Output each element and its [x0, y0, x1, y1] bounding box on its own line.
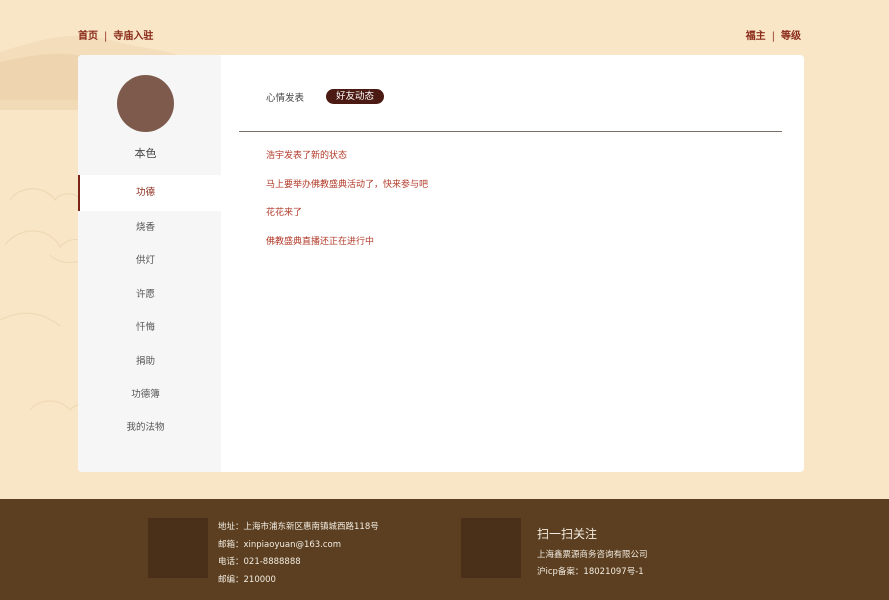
feed-item[interactable]: 马上要举办佛教盛典活动了，快来参与吧: [266, 177, 428, 206]
sidebar-item-donation[interactable]: 捐助: [78, 345, 213, 378]
sidebar-menu: 功德 烧香 供灯 许愿 忏悔 捐助 功德簿 我的法物: [78, 175, 221, 445]
sidebar-item-wish[interactable]: 许愿: [78, 278, 213, 311]
sidebar-item-merit-book[interactable]: 功德簿: [78, 378, 213, 411]
sidebar-item-incense[interactable]: 烧香: [78, 211, 213, 244]
main-card: 本色 功德 烧香 供灯 许愿 忏悔 捐助 功德簿 我的法物 心情发表 好友动态 …: [78, 55, 804, 472]
top-nav-left: 首页 | 寺庙入驻: [78, 27, 153, 42]
nav-temple-join-link[interactable]: 寺庙入驻: [113, 31, 153, 42]
content-panel: 心情发表 好友动态 浩宇发表了新的状态 马上要举办佛教盛典活动了，快来参与吧 花…: [221, 55, 804, 472]
qr-code-image: [148, 518, 208, 578]
footer-email: 邮箱：xinpiaoyuan@163.com: [218, 539, 342, 550]
nav-separator: |: [104, 31, 108, 42]
qr-code-image: [461, 518, 521, 578]
footer: 地址：上海市浦东新区惠南镇城西路118号 邮箱：xinpiaoyuan@163.…: [0, 499, 889, 600]
content-divider: [239, 131, 782, 132]
activity-feed: 浩宇发表了新的状态 马上要举办佛教盛典活动了，快来参与吧 花花来了 佛教盛典直播…: [266, 148, 428, 263]
sidebar-item-merit[interactable]: 功德: [78, 175, 221, 211]
tab-friend-activity[interactable]: 好友动态: [326, 89, 385, 104]
tab-bar: 心情发表 好友动态: [266, 89, 385, 104]
feed-item[interactable]: 花花来了: [266, 205, 428, 234]
sidebar-item-lamp[interactable]: 供灯: [78, 244, 213, 277]
nav-home-link[interactable]: 首页: [78, 31, 98, 42]
footer-icp: 沪icp备案：18021097号-1: [537, 567, 644, 577]
sidebar-item-repentance[interactable]: 忏悔: [78, 311, 213, 344]
follow-block: 扫一扫关注 上海鑫票源商务咨询有限公司 沪icp备案：18021097号-1: [537, 525, 648, 581]
follow-title: 扫一扫关注: [537, 527, 598, 541]
footer-company: 上海鑫票源商务咨询有限公司: [537, 550, 648, 560]
contact-info: 地址：上海市浦东新区惠南镇城西路118号 邮箱：xinpiaoyuan@163.…: [218, 519, 379, 589]
nav-level-link[interactable]: 等级: [781, 31, 801, 42]
sidebar-item-my-relics[interactable]: 我的法物: [78, 411, 213, 444]
avatar[interactable]: [117, 75, 174, 132]
sidebar: 本色 功德 烧香 供灯 许愿 忏悔 捐助 功德簿 我的法物: [78, 55, 221, 472]
footer-phone: 电话：021-8888888: [218, 557, 301, 567]
tab-post-mood[interactable]: 心情发表: [266, 90, 304, 104]
nav-patron-link[interactable]: 福主: [746, 31, 766, 42]
feed-item[interactable]: 佛教盛典直播还正在进行中: [266, 234, 428, 263]
feed-item[interactable]: 浩宇发表了新的状态: [266, 148, 428, 177]
top-nav-right: 福主 | 等级: [746, 27, 801, 42]
footer-postcode: 邮编：210000: [218, 574, 276, 585]
footer-address: 地址：上海市浦东新区惠南镇城西路118号: [218, 522, 379, 532]
nav-separator: |: [771, 31, 775, 42]
user-name: 本色: [134, 147, 157, 160]
